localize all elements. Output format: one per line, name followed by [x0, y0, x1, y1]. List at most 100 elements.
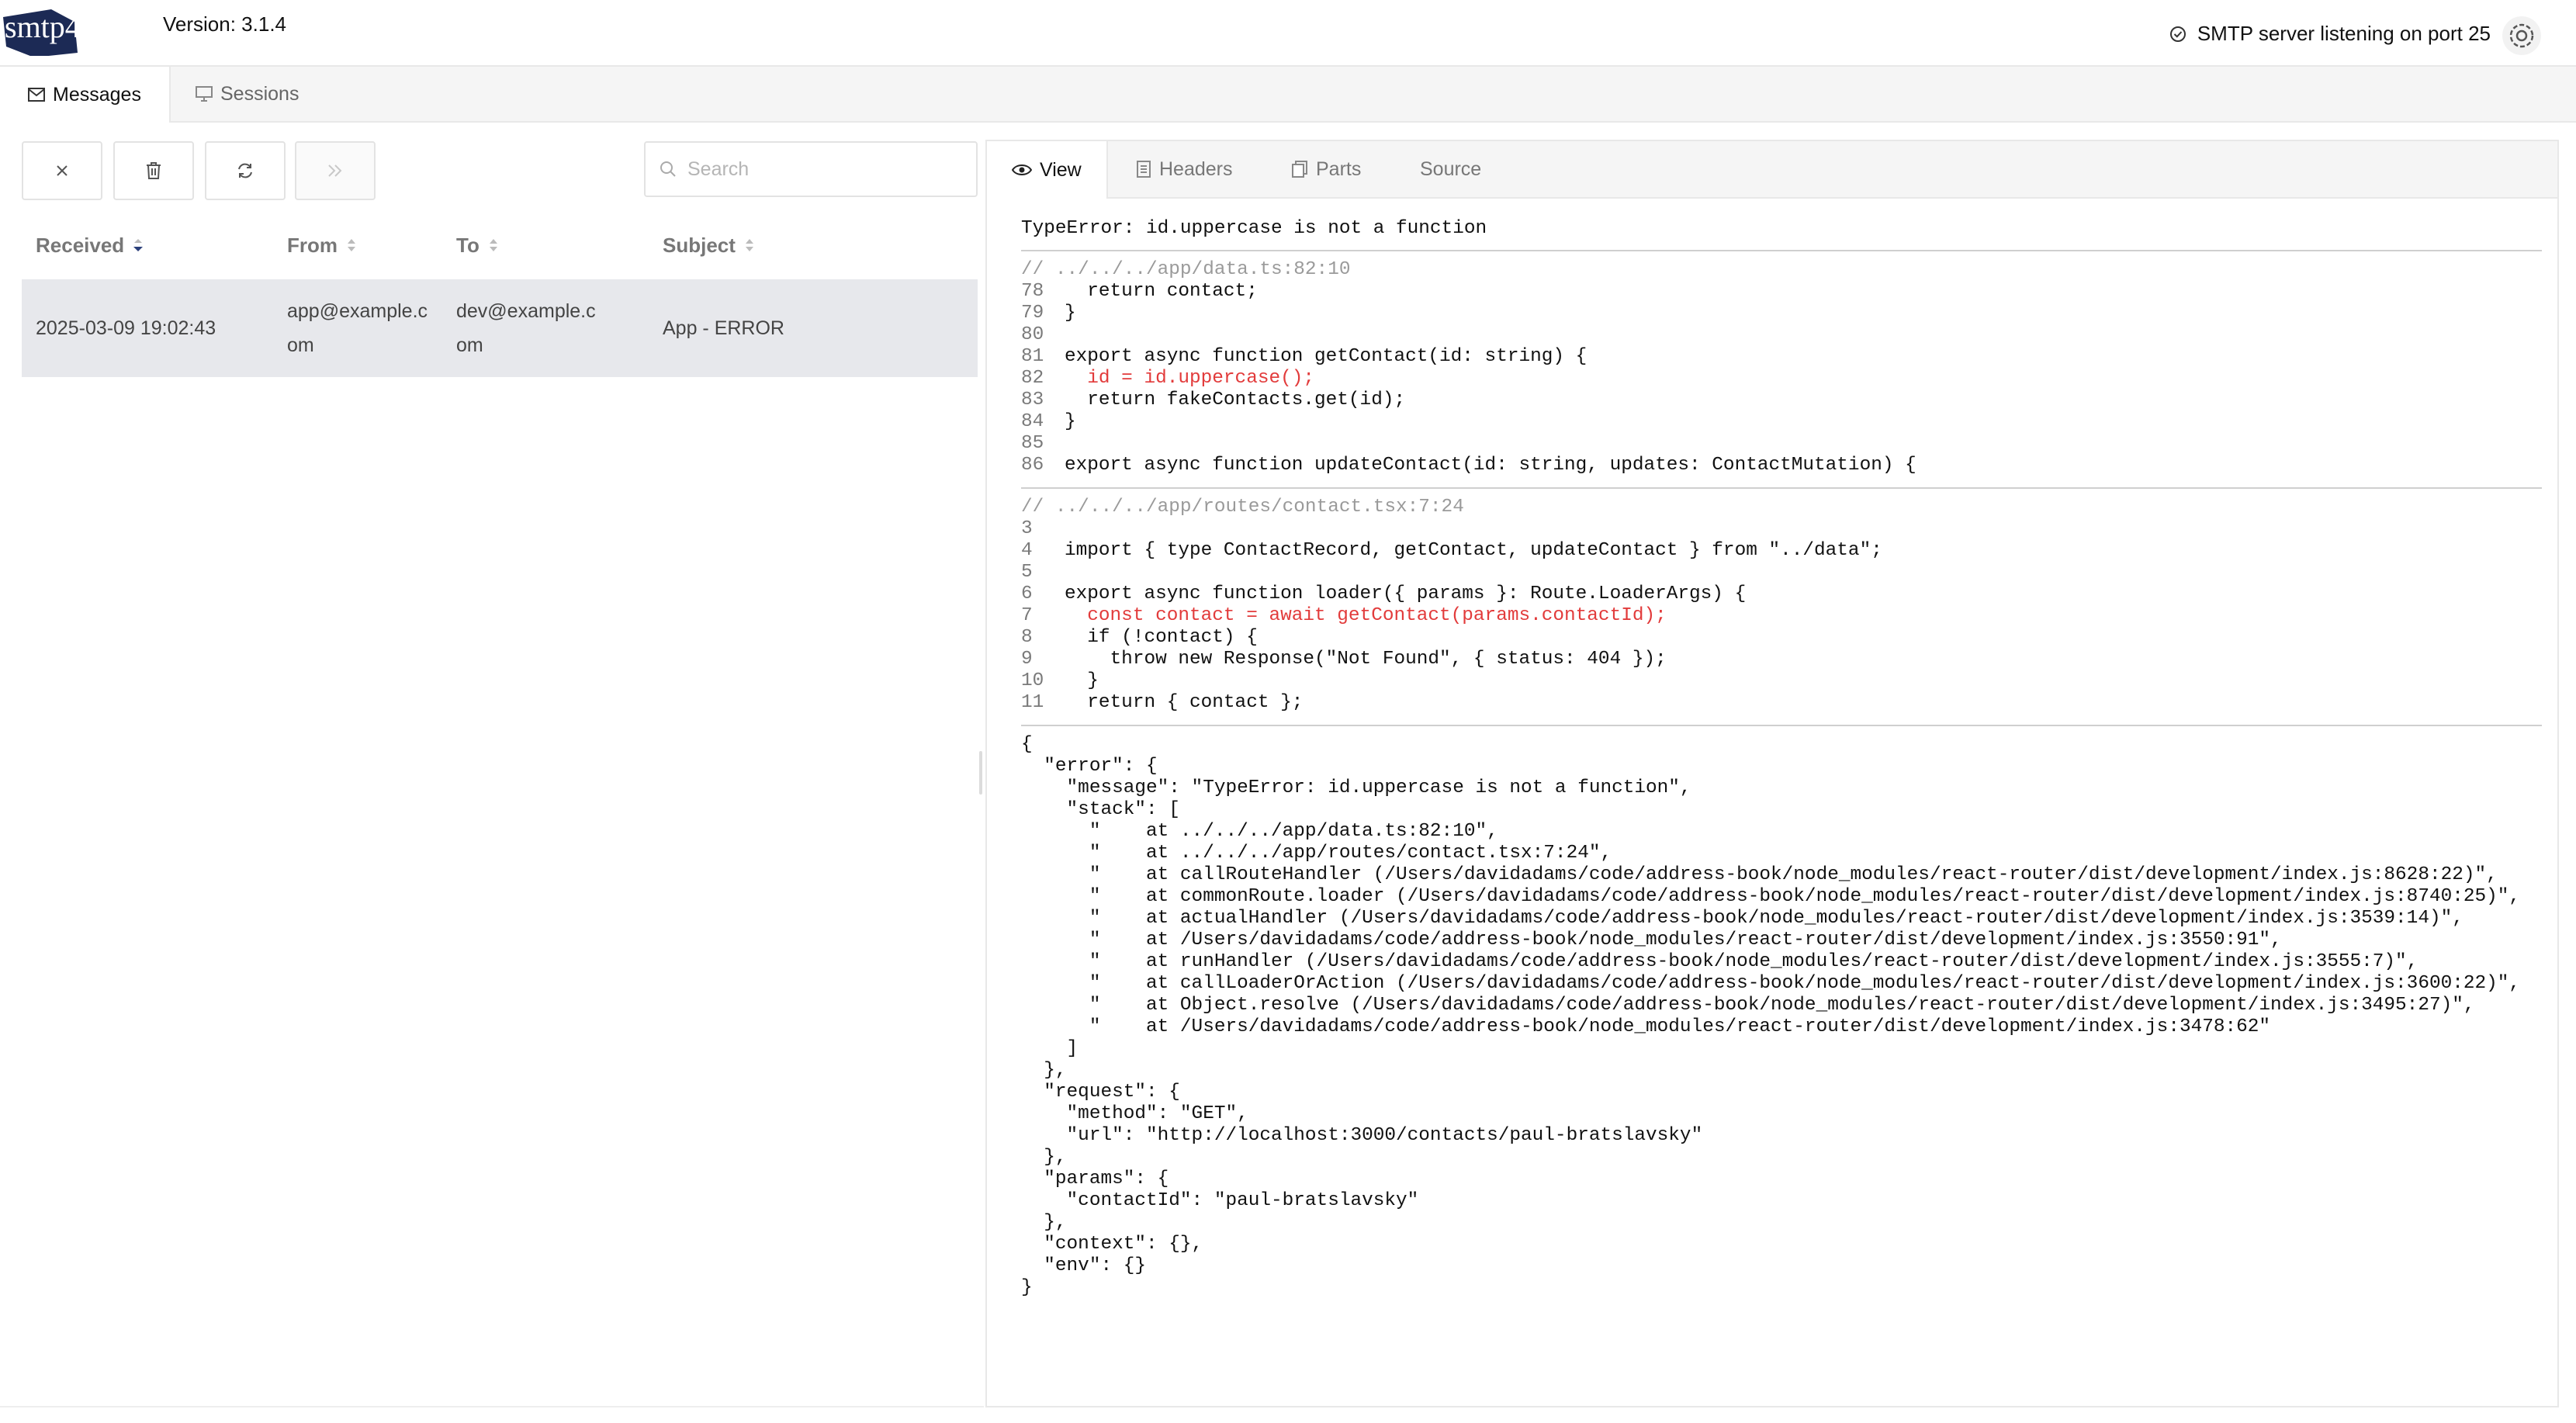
- check-circle-icon: [2169, 26, 2186, 43]
- line-number: 86: [1021, 455, 1044, 476]
- json-line: "stack": [: [1021, 799, 1180, 820]
- json-line: " at runHandler (/Users/davidadams/code/…: [1021, 951, 2418, 972]
- server-status-text: SMTP server listening on port 25: [2197, 22, 2491, 45]
- forward-button[interactable]: [295, 141, 376, 200]
- line-number: 9: [1021, 649, 1033, 670]
- sort-icon: [487, 237, 500, 254]
- search-box[interactable]: [644, 141, 978, 197]
- code-line: 3: [1021, 518, 2542, 540]
- code-line: 11 return { contact };: [1021, 692, 2542, 714]
- sort-icon: [743, 237, 756, 254]
- tab-parts[interactable]: Parts: [1266, 141, 1386, 197]
- sort-desc-icon: [132, 237, 144, 254]
- headers-icon: [1136, 161, 1151, 178]
- json-line: "context": {},: [1021, 1234, 1203, 1255]
- tab-headers[interactable]: Headers: [1111, 141, 1258, 197]
- error-title: TypeError: id.uppercase is not a functio…: [1021, 218, 1487, 239]
- refresh-button[interactable]: [205, 141, 286, 200]
- cell-from-line2: om: [287, 334, 314, 356]
- viewer-tab-bar: View Headers Parts Source: [987, 141, 2557, 199]
- json-line: " at Object.resolve (/Users/davidadams/c…: [1021, 995, 2475, 1016]
- message-body: TypeError: id.uppercase is not a functio…: [1021, 211, 2542, 1299]
- line-code: if (!contact) {: [1065, 627, 1258, 648]
- parts-icon: [1291, 161, 1308, 178]
- logo-text-left: smtp4dev: [5, 9, 126, 44]
- code-line: 84}: [1021, 411, 2542, 433]
- tab-messages-label: Messages: [53, 83, 141, 106]
- column-received[interactable]: Received: [36, 217, 144, 273]
- column-to-label: To: [456, 233, 480, 257]
- json-line: },: [1021, 1212, 1067, 1233]
- json-line: "env": {}: [1021, 1255, 1147, 1276]
- line-code: }: [1065, 670, 1099, 691]
- line-number: 8: [1021, 627, 1033, 648]
- code-line: 79}: [1021, 303, 2542, 324]
- line-number: 11: [1021, 692, 1044, 713]
- line-code: return { contact };: [1065, 692, 1304, 713]
- line-number: 84: [1021, 411, 1044, 432]
- tab-view-label: View: [1040, 158, 1082, 181]
- code-line: 6 export async function loader({ params }…: [1021, 583, 2542, 605]
- main-tab-bar: Messages Sessions: [0, 67, 2576, 123]
- divider: [1021, 250, 2542, 251]
- column-subject-label: Subject: [663, 233, 736, 257]
- top-bar: smtp4dev Version: 3.1.4 SMTP server list…: [0, 0, 2576, 67]
- column-from[interactable]: From: [287, 217, 358, 273]
- messages-table-header: Received From To Subject: [22, 217, 978, 273]
- divider: [1021, 487, 2542, 489]
- code-line: 8 if (!contact) {: [1021, 627, 2542, 649]
- message-viewer: View Headers Parts Source TypeError: id.…: [985, 140, 2559, 1407]
- tab-view[interactable]: View: [987, 141, 1108, 199]
- column-subject[interactable]: Subject: [663, 217, 756, 273]
- line-number: 7: [1021, 605, 1033, 626]
- table-row[interactable]: 2025-03-09 19:02:43 app@example.c om dev…: [22, 279, 978, 377]
- line-number: 83: [1021, 390, 1044, 410]
- column-to[interactable]: To: [456, 217, 500, 273]
- line-number: 82: [1021, 368, 1044, 389]
- line-number: 6: [1021, 583, 1033, 604]
- tab-sessions[interactable]: Sessions: [168, 67, 327, 121]
- json-line: "contactId": "paul-bratslavsky": [1021, 1190, 1419, 1211]
- smtp4dev-logo: smtp4dev: [3, 6, 137, 56]
- settings-gear-icon[interactable]: [2502, 16, 2542, 56]
- json-line: " at ../../../app/data.ts:82:10",: [1021, 821, 1498, 842]
- code-frames: // ../../../app/data.ts:82:10 78 return c…: [1021, 259, 2542, 726]
- code-frame: // ../../../app/routes/contact.tsx:7:24 3…: [1021, 497, 2542, 714]
- json-line: {: [1021, 734, 1033, 755]
- line-code: import { type ContactRecord, getContact,…: [1065, 540, 1882, 561]
- json-line: "message": "TypeError: id.uppercase is n…: [1021, 777, 1691, 798]
- tab-messages[interactable]: Messages: [0, 67, 171, 123]
- code-line: 5: [1021, 562, 2542, 583]
- code-line: 85: [1021, 433, 2542, 455]
- code-line-highlighted: 7 const contact = await getContact(param…: [1021, 605, 2542, 627]
- close-button[interactable]: [22, 141, 102, 200]
- close-icon: [54, 163, 70, 178]
- line-code: export async function updateContact(id: …: [1065, 455, 1916, 476]
- cell-from-line1: app@example.c: [287, 300, 428, 322]
- code-line: 86 export async function updateContact(id…: [1021, 455, 2542, 476]
- json-line: "method": "GET",: [1021, 1103, 1248, 1124]
- code-line-highlighted: 82 id = id.uppercase();: [1021, 368, 2542, 390]
- tab-sessions-label: Sessions: [220, 82, 299, 105]
- line-number: 5: [1021, 562, 1033, 583]
- line-number: 3: [1021, 518, 1033, 539]
- tab-headers-label: Headers: [1159, 158, 1233, 180]
- code-line: 4 import { type ContactRecord, getContact…: [1021, 540, 2542, 562]
- json-line: " at callRouteHandler (/Users/davidadams…: [1021, 864, 2498, 885]
- search-input[interactable]: [686, 157, 953, 182]
- cell-received: 2025-03-09 19:02:43: [36, 317, 216, 339]
- tab-source[interactable]: Source: [1395, 141, 1506, 197]
- line-code: id = id.uppercase();: [1065, 368, 1315, 389]
- json-line: }: [1021, 1277, 1033, 1298]
- line-code: }: [1065, 303, 1076, 324]
- code-line: 81 export async function getContact(id: s…: [1021, 346, 2542, 368]
- line-code: throw new Response("Not Found", { status…: [1065, 649, 1667, 670]
- trash-icon: [145, 161, 162, 180]
- line-code: export async function loader({ params }:…: [1065, 583, 1747, 604]
- divider: [1021, 725, 2542, 726]
- delete-button[interactable]: [113, 141, 194, 200]
- refresh-icon: [236, 161, 254, 180]
- line-number: 80: [1021, 324, 1044, 345]
- pane-splitter-handle[interactable]: [979, 751, 982, 795]
- json-line: ]: [1021, 1038, 1079, 1059]
